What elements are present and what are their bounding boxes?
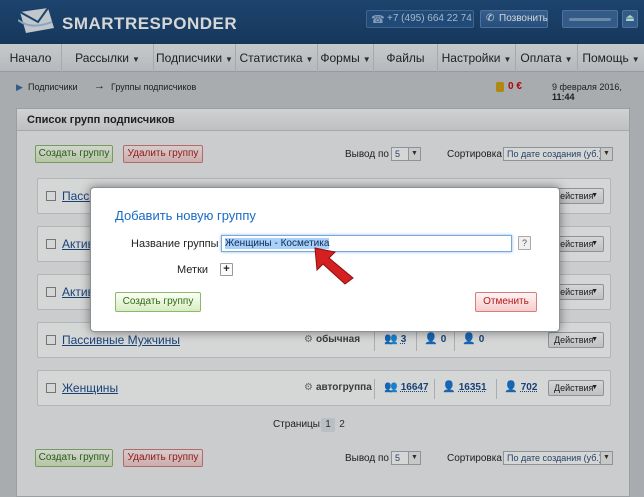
group-name-input[interactable]: Женщины - Косметика [221,235,512,252]
red-arrow-icon [314,247,354,285]
add-group-dialog: Добавить новую группу Название группы* Ж… [90,187,560,332]
help-icon[interactable]: ? [518,236,531,250]
dialog-title: Добавить новую группу [115,208,256,223]
submit-create-group-button[interactable]: Создать группу [115,292,201,312]
tags-label: Метки [177,264,209,276]
group-name-label: Название группы* [131,238,225,250]
cancel-button[interactable]: Отменить [475,292,537,312]
add-tag-button[interactable]: + [220,263,233,276]
